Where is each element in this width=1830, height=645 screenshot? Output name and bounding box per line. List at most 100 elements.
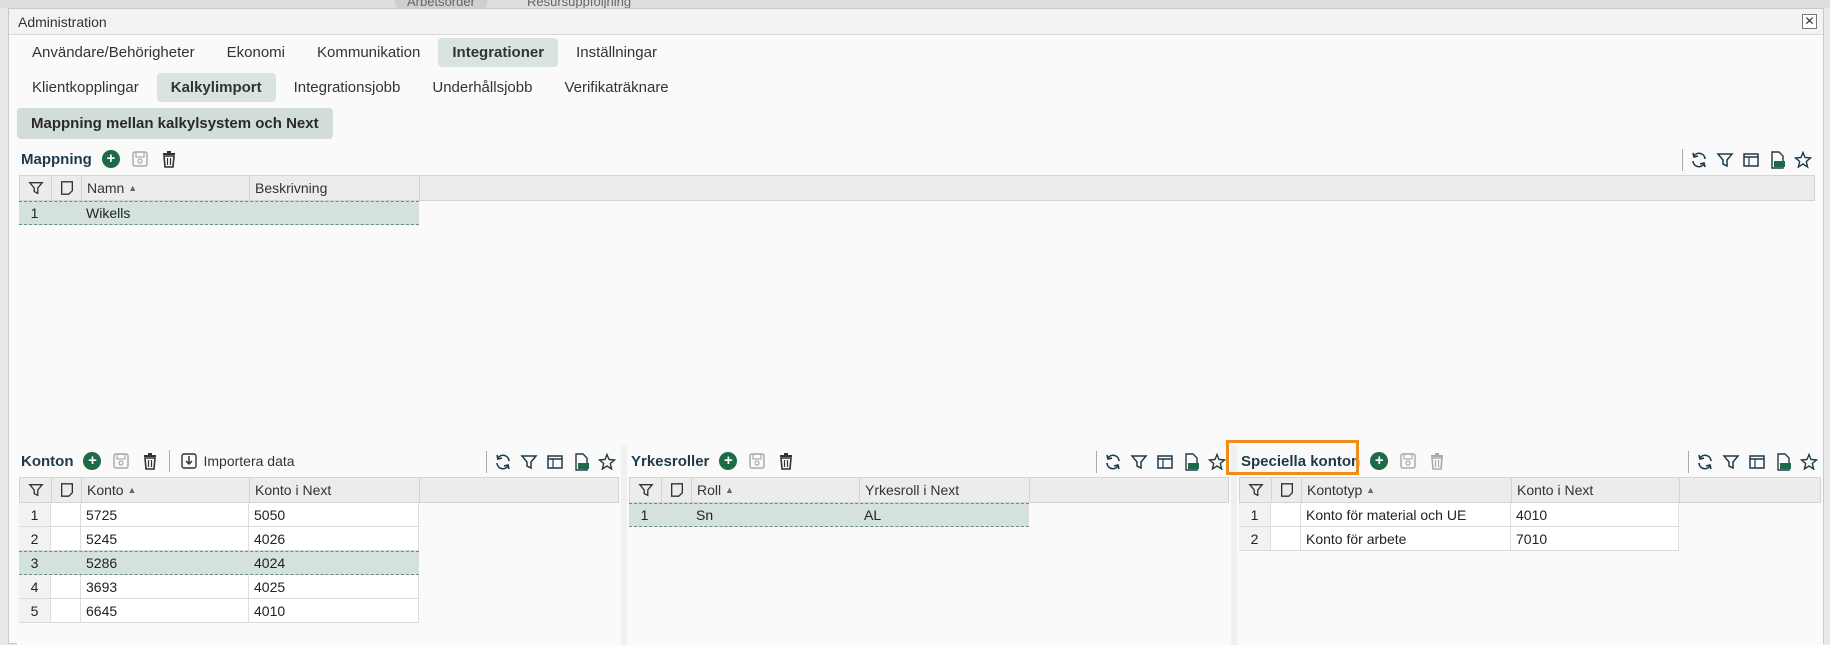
tab-ekonomi[interactable]: Ekonomi xyxy=(213,38,299,67)
columns-icon[interactable] xyxy=(1741,150,1761,170)
tab-kalkylimport[interactable]: Kalkylimport xyxy=(156,73,276,102)
konton-panel: Konton + Importera data Konto ▲ Konto i … xyxy=(17,445,621,645)
add-icon[interactable]: + xyxy=(1369,451,1389,471)
filter-icon[interactable] xyxy=(519,452,539,472)
save-icon[interactable] xyxy=(130,149,150,169)
table-row[interactable]: 5 6645 4010 xyxy=(19,599,419,623)
table-row[interactable]: 3 5286 4024 xyxy=(19,551,419,575)
mappning-toolbar: Mappning + xyxy=(17,143,1817,175)
star-icon[interactable] xyxy=(1799,452,1819,472)
konton-title: Konton xyxy=(21,452,74,470)
star-icon[interactable] xyxy=(597,452,617,472)
konton-grid: Konto ▲ Konto i Next 1 5725 5050 2 5245 40… xyxy=(19,477,619,623)
grid-header: Namn ▲ Beskrivning xyxy=(19,175,1815,201)
table-row[interactable]: 1 Wikells xyxy=(19,201,419,225)
refresh-icon[interactable] xyxy=(1103,452,1123,472)
filter-icon[interactable] xyxy=(1715,150,1735,170)
note-icon[interactable] xyxy=(1272,478,1302,502)
filter-icon[interactable] xyxy=(20,176,52,200)
tab-verifikatraknare[interactable]: Verifikaträknare xyxy=(550,73,682,102)
note-icon[interactable] xyxy=(52,478,82,502)
window-title: Administration xyxy=(18,13,107,30)
delete-icon[interactable] xyxy=(776,451,796,471)
close-icon[interactable]: ✕ xyxy=(1802,14,1817,29)
refresh-icon[interactable] xyxy=(1695,452,1715,472)
table-row[interactable]: 4 3693 4025 xyxy=(19,575,419,599)
column-header-konto[interactable]: Konto ▲ xyxy=(82,478,250,502)
star-icon[interactable] xyxy=(1793,150,1813,170)
tab-integrationsjobb[interactable]: Integrationsjobb xyxy=(280,73,415,102)
mappning-panel: Mappning + Namn ▲ Beskrivning 1 Wikells xyxy=(17,143,1817,443)
import-data-button[interactable]: Importera data xyxy=(179,451,295,471)
toolbar-separator xyxy=(1688,451,1689,473)
column-header-namn[interactable]: Namn ▲ xyxy=(82,176,250,200)
tab-underhallsjobb[interactable]: Underhållsjobb xyxy=(418,73,546,102)
add-icon[interactable]: + xyxy=(82,451,102,471)
import-data-label: Importera data xyxy=(203,453,295,469)
delete-icon[interactable] xyxy=(159,149,179,169)
column-header-roll[interactable]: Roll ▲ xyxy=(692,478,860,502)
excel-export-icon[interactable] xyxy=(1773,452,1793,472)
column-header-konto-i-next[interactable]: Konto i Next xyxy=(250,478,420,502)
column-header-kontotyp[interactable]: Kontotyp ▲ xyxy=(1302,478,1512,502)
import-icon xyxy=(179,451,199,471)
sort-asc-icon: ▲ xyxy=(725,485,734,495)
grid-header: Konto ▲ Konto i Next xyxy=(19,477,619,503)
speciella-konton-panel: Speciella konton + Kontotyp ▲ Konto i Ne… xyxy=(1237,445,1823,645)
table-row[interactable]: 2 5245 4026 xyxy=(19,527,419,551)
filter-icon[interactable] xyxy=(1240,478,1272,502)
filter-icon[interactable] xyxy=(1129,452,1149,472)
grid-header: Kontotyp ▲ Konto i Next xyxy=(1239,477,1821,503)
konton-right-tools xyxy=(486,451,617,473)
mappning-title: Mappning xyxy=(21,150,92,168)
tab-installningar[interactable]: Inställningar xyxy=(562,38,671,67)
yrkesroller-panel: Yrkesroller + Roll ▲ Yrkesroll i Next 1 xyxy=(627,445,1231,645)
yrkesroller-toolbar: Yrkesroller + xyxy=(627,445,1231,477)
filter-icon[interactable] xyxy=(1721,452,1741,472)
columns-icon[interactable] xyxy=(1747,452,1767,472)
tab-anvandare[interactable]: Användare/Behörigheter xyxy=(18,38,209,67)
excel-export-icon[interactable] xyxy=(1181,452,1201,472)
star-icon[interactable] xyxy=(1207,452,1227,472)
save-icon[interactable] xyxy=(111,451,131,471)
table-row[interactable]: 1 5725 5050 xyxy=(19,503,419,527)
delete-icon[interactable] xyxy=(140,451,160,471)
refresh-icon[interactable] xyxy=(493,452,513,472)
save-icon[interactable] xyxy=(747,451,767,471)
note-icon[interactable] xyxy=(52,176,82,200)
add-icon[interactable]: + xyxy=(718,451,738,471)
column-header-konto-i-next[interactable]: Konto i Next xyxy=(1512,478,1680,502)
background-tab[interactable]: Arbetsorder xyxy=(395,0,487,9)
table-row[interactable]: 2 Konto för arbete 7010 xyxy=(1239,527,1679,551)
tab-kommunikation[interactable]: Kommunikation xyxy=(303,38,434,67)
refresh-icon[interactable] xyxy=(1689,150,1709,170)
save-icon[interactable] xyxy=(1398,451,1418,471)
background-window-strip: Arbetsorder Resursuppföljning xyxy=(0,0,1830,9)
filter-icon[interactable] xyxy=(630,478,662,502)
excel-export-icon[interactable] xyxy=(1767,150,1787,170)
columns-icon[interactable] xyxy=(1155,452,1175,472)
add-icon[interactable]: + xyxy=(101,149,121,169)
excel-export-icon[interactable] xyxy=(571,452,591,472)
column-header-beskrivning[interactable]: Beskrivning xyxy=(250,176,420,200)
mappning-grid: Namn ▲ Beskrivning 1 Wikells xyxy=(19,175,1815,225)
filter-icon[interactable] xyxy=(20,478,52,502)
toolbar-separator xyxy=(1096,451,1097,473)
main-tabs: Användare/Behörigheter Ekonomi Kommunika… xyxy=(9,35,1823,70)
table-row[interactable]: 1 Konto för material och UE 4010 xyxy=(1239,503,1679,527)
note-icon[interactable] xyxy=(662,478,692,502)
column-header-yrkesroll-i-next[interactable]: Yrkesroll i Next xyxy=(860,478,1030,502)
grid-header: Roll ▲ Yrkesroll i Next xyxy=(629,477,1229,503)
sort-asc-icon: ▲ xyxy=(1366,485,1376,495)
mappning-right-tools xyxy=(1682,149,1813,171)
tab-integrationer[interactable]: Integrationer xyxy=(438,38,559,67)
administration-window: Administration ✕ Användare/Behörigheter … xyxy=(8,8,1824,645)
background-tab[interactable]: Resursuppföljning xyxy=(515,0,643,9)
tab-mappning-kalkylsystem[interactable]: Mappning mellan kalkylsystem och Next xyxy=(17,107,333,139)
columns-icon[interactable] xyxy=(545,452,565,472)
table-row[interactable]: 1 Sn AL xyxy=(629,503,1029,527)
yrkesroller-grid: Roll ▲ Yrkesroll i Next 1 Sn AL xyxy=(629,477,1229,527)
delete-icon[interactable] xyxy=(1427,451,1447,471)
yrkesroller-title: Yrkesroller xyxy=(631,452,710,470)
tab-klientkopplingar[interactable]: Klientkopplingar xyxy=(18,73,153,102)
